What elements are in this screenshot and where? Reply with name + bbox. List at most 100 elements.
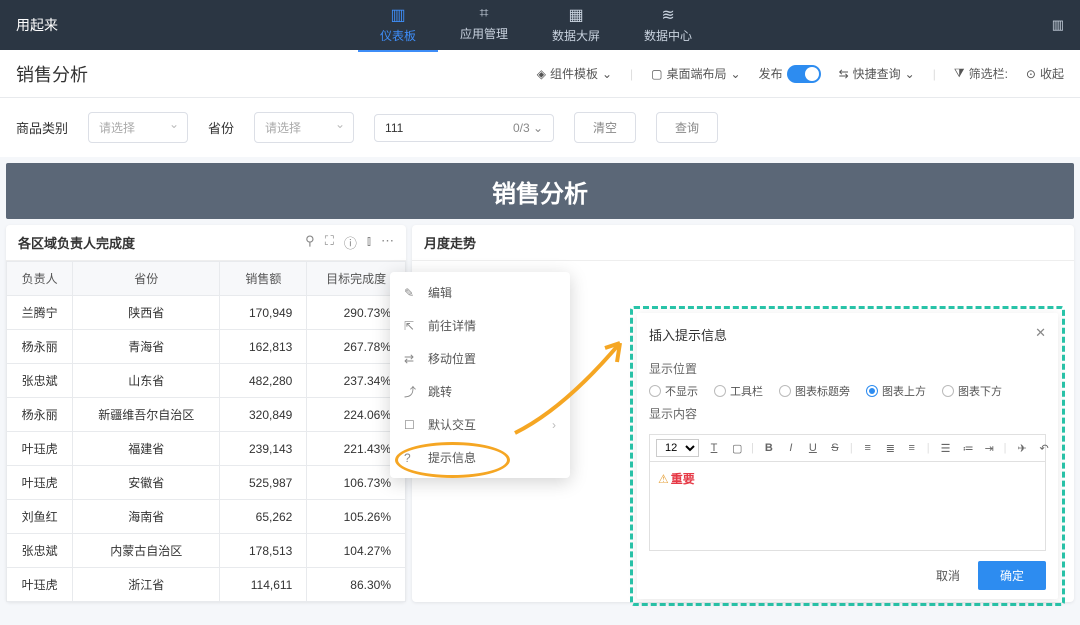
table-row[interactable]: 叶珏虎福建省239,143221.43% <box>7 432 406 466</box>
component-template-dropdown[interactable]: ◈ 组件模板 ⌄ <box>537 65 612 82</box>
cell-sales: 162,813 <box>220 330 307 364</box>
nav-label: 仪表板 <box>380 29 416 43</box>
radio-dot <box>649 385 661 397</box>
cell-sales: 239,143 <box>220 432 307 466</box>
cell-sales: 170,949 <box>220 296 307 330</box>
filter-bar-tool[interactable]: ⧩ 筛选栏: <box>954 65 1008 82</box>
align-left-icon[interactable]: ≡ <box>861 440 875 456</box>
more-icon[interactable]: ⋯ <box>381 233 394 252</box>
completion-table: 负责人省份销售额目标完成度 兰腾宁陕西省170,949290.73%杨永丽青海省… <box>6 261 406 602</box>
position-radios: 不显示工具栏图表标题旁图表上方图表下方 <box>649 383 1046 399</box>
nav-label: 应用管理 <box>460 27 508 41</box>
nav-tab-应用管理[interactable]: ⌗应用管理 <box>438 0 530 52</box>
table-row[interactable]: 兰腾宁陕西省170,949290.73% <box>7 296 406 330</box>
ctx-item-编辑[interactable]: ✎编辑 <box>390 276 570 309</box>
ctx-item-默认交互[interactable]: ☐默认交互› <box>390 408 570 441</box>
clear-button[interactable]: 清空 <box>574 112 636 143</box>
right-card-header: 月度走势 <box>412 225 1074 261</box>
radio-不显示[interactable]: 不显示 <box>649 383 698 399</box>
cell-name: 张忠斌 <box>7 534 73 568</box>
cell-sales: 525,987 <box>220 466 307 500</box>
ol-icon[interactable]: ≔ <box>960 440 974 457</box>
table-row[interactable]: 杨永丽新疆维吾尔自治区320,849224.06% <box>7 398 406 432</box>
align-right-icon[interactable]: ≡ <box>905 440 919 456</box>
fontsize-select[interactable]: 12 <box>656 439 699 457</box>
table-row[interactable]: 叶珏虎浙江省114,61186.30% <box>7 568 406 602</box>
ctx-item-提示信息[interactable]: ?提示信息 <box>390 441 570 474</box>
editor-toolbar: 12 T ▢ | B I U S | ≡ ≣ ≡ | ☰ ≔ ⇥ | ✈ ↶ <box>649 434 1046 461</box>
card-toolbar: ⚲ ⛶ ⓘ ⫾ ⋯ <box>305 233 394 252</box>
bg-color-icon[interactable]: ▢ <box>729 440 743 457</box>
ctx-icon: ⇄ <box>404 352 418 366</box>
link-icon[interactable]: ⚲ <box>305 233 315 252</box>
table-row[interactable]: 叶珏虎安徽省525,987106.73% <box>7 466 406 500</box>
collapse-button[interactable]: ⊙ 收起 <box>1026 65 1064 82</box>
input-value: 111 <box>385 121 403 135</box>
cancel-button[interactable]: 取消 <box>918 561 978 590</box>
text-color-icon[interactable]: T <box>707 440 721 456</box>
chart-icon[interactable]: ⫾ <box>367 233 371 252</box>
radio-工具栏[interactable]: 工具栏 <box>714 383 763 399</box>
nav-tab-数据大屏[interactable]: ▦数据大屏 <box>530 0 622 52</box>
quick-query-dropdown[interactable]: ⇆ 快捷查询 ⌄ <box>839 65 915 82</box>
publish-toggle[interactable]: 发布 <box>759 65 821 83</box>
nav-tab-数据中心[interactable]: ≋数据中心 <box>622 0 714 52</box>
radio-图表上方[interactable]: 图表上方 <box>866 383 926 399</box>
radio-图表下方[interactable]: 图表下方 <box>942 383 1002 399</box>
page-header: 销售分析 ◈ 组件模板 ⌄ | ▢ 桌面端布局 ⌄ 发布 ⇆ 快捷查询 ⌄ | … <box>0 50 1080 98</box>
col-header: 负责人 <box>7 262 73 296</box>
cell-sales: 320,849 <box>220 398 307 432</box>
italic-icon[interactable]: I <box>784 440 798 456</box>
cell-name: 张忠斌 <box>7 364 73 398</box>
indent-icon[interactable]: ⇥ <box>982 440 996 457</box>
bold-icon[interactable]: B <box>762 440 776 456</box>
ctx-item-前往详情[interactable]: ⇱前往详情 <box>390 309 570 342</box>
tooltip-modal: 插入提示信息 ✕ 显示位置 不显示工具栏图表标题旁图表上方图表下方 显示内容 1… <box>637 313 1058 599</box>
radio-dot <box>866 385 878 397</box>
left-card: 各区域负责人完成度 ⚲ ⛶ ⓘ ⫾ ⋯ 负责人省份销售额目标完成度 兰腾宁陕西省… <box>6 225 406 602</box>
expand-icon[interactable]: ⛶ <box>325 233 334 252</box>
layout-dropdown[interactable]: ▢ 桌面端布局 ⌄ <box>651 65 740 82</box>
cell-rate: 105.26% <box>307 500 406 534</box>
cell-name: 叶珏虎 <box>7 568 73 602</box>
divider: | <box>630 67 633 81</box>
table-row[interactable]: 张忠斌山东省482,280237.34% <box>7 364 406 398</box>
send-icon[interactable]: ✈ <box>1014 440 1028 457</box>
align-center-icon[interactable]: ≣ <box>883 440 897 457</box>
cell-name: 刘鱼红 <box>7 500 73 534</box>
ctx-item-跳转[interactable]: ⤴跳转 <box>390 375 570 408</box>
confirm-button[interactable]: 确定 <box>978 561 1046 590</box>
cell-rate: 104.27% <box>307 534 406 568</box>
brand: 用起来 <box>16 15 58 35</box>
table-row[interactable]: 杨永丽青海省162,813267.78% <box>7 330 406 364</box>
cell-prov: 新疆维吾尔自治区 <box>73 398 220 432</box>
top-nav: 用起来 ▥仪表板⌗应用管理▦数据大屏≋数据中心 ▥ <box>0 0 1080 50</box>
editor-body[interactable]: ⚠重要 <box>649 461 1046 551</box>
nav-right-icon[interactable]: ▥ <box>1052 17 1064 33</box>
table-row[interactable]: 刘鱼红海南省65,262105.26% <box>7 500 406 534</box>
collapse-icon: ⊙ <box>1026 67 1036 81</box>
cell-prov: 海南省 <box>73 500 220 534</box>
toggle-switch[interactable] <box>787 65 821 83</box>
close-icon[interactable]: ✕ <box>1035 325 1046 344</box>
ul-icon[interactable]: ☰ <box>938 440 952 457</box>
info-icon[interactable]: ⓘ <box>344 233 357 252</box>
ctx-item-移动位置[interactable]: ⇄移动位置 <box>390 342 570 375</box>
filter-bar: 商品类别 请选择 省份 请选择 111 0/3 ⌄ 清空 查询 <box>0 98 1080 157</box>
province-select[interactable]: 请选择 <box>254 112 354 143</box>
radio-图表标题旁[interactable]: 图表标题旁 <box>779 383 850 399</box>
nav-tab-仪表板[interactable]: ▥仪表板 <box>358 0 438 52</box>
province-placeholder: 请选择 <box>265 121 301 135</box>
ctx-label: 前往详情 <box>428 317 476 334</box>
nav-label: 数据中心 <box>644 29 692 43</box>
query-button[interactable]: 查询 <box>656 112 718 143</box>
underline-icon[interactable]: U <box>806 440 820 456</box>
category-select[interactable]: 请选择 <box>88 112 188 143</box>
chevron-down-icon: ⌄ <box>602 67 612 81</box>
page-title: 销售分析 <box>16 61 88 87</box>
undo-icon[interactable]: ↶ <box>1036 440 1050 457</box>
table-row[interactable]: 张忠斌内蒙古自治区178,513104.27% <box>7 534 406 568</box>
modal-title: 插入提示信息 <box>649 325 727 344</box>
strike-icon[interactable]: S <box>828 440 842 456</box>
text-input[interactable]: 111 0/3 ⌄ <box>374 114 554 142</box>
